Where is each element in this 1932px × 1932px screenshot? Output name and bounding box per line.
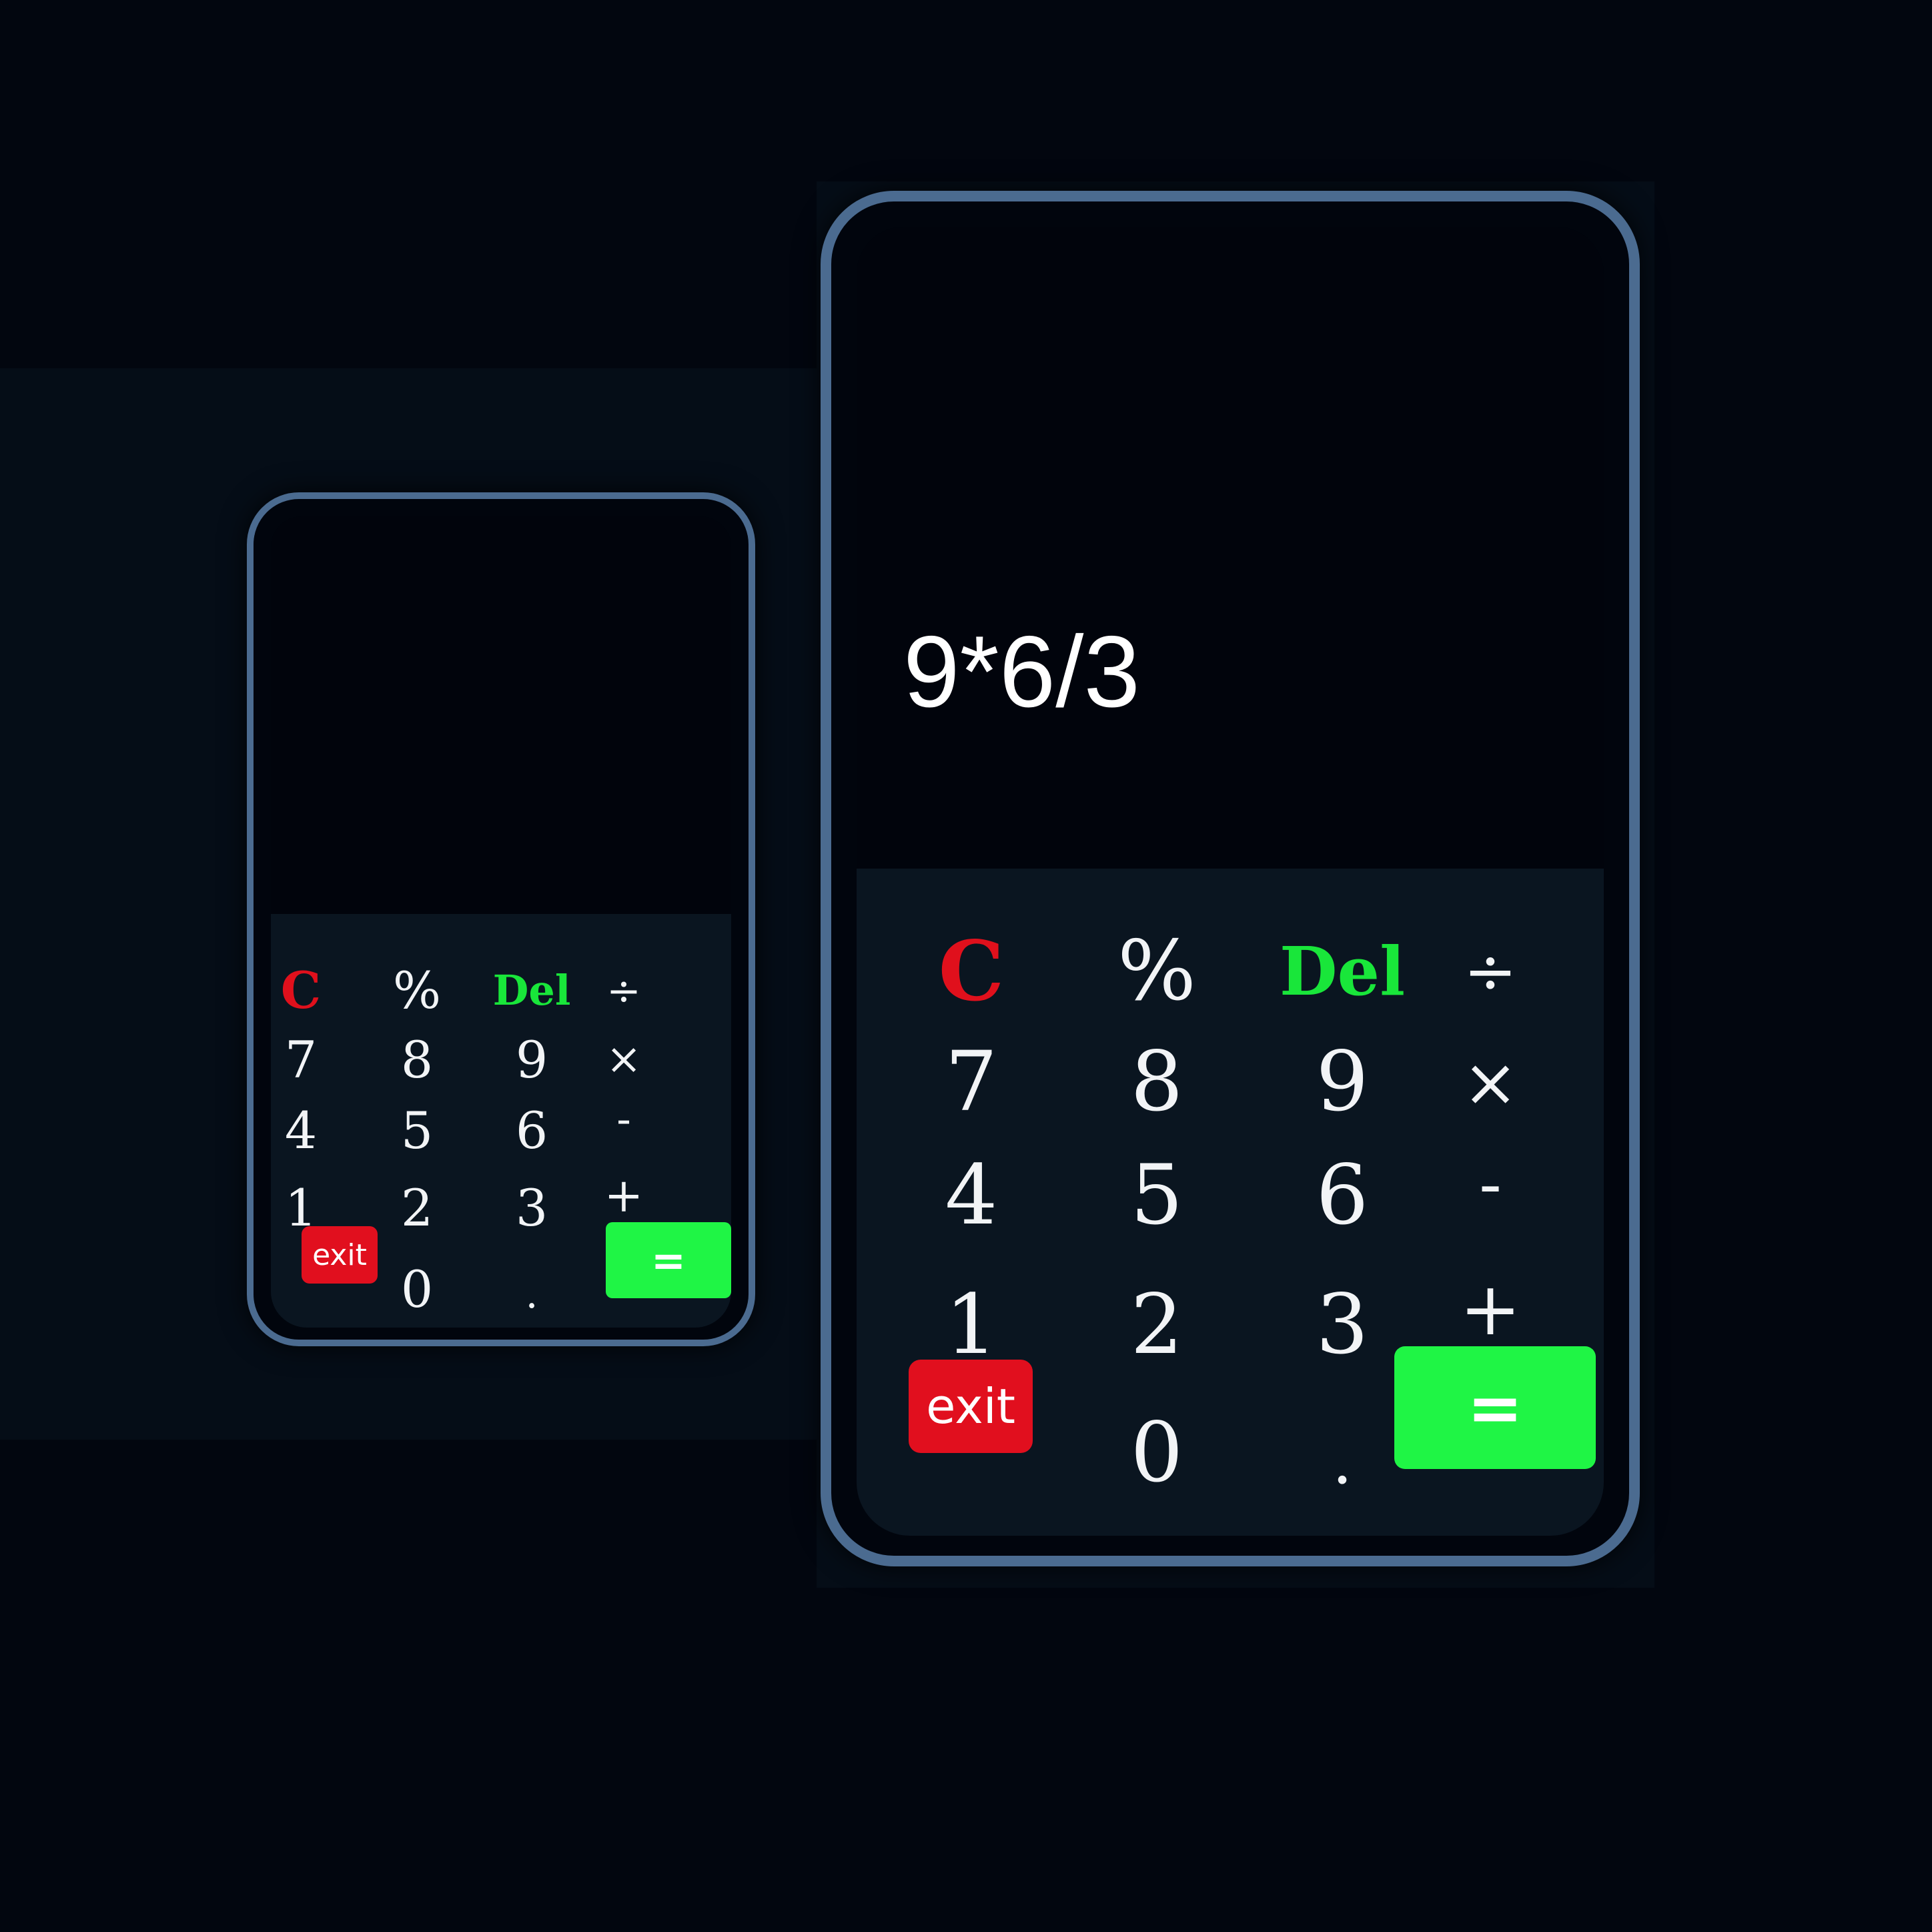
equals-button[interactable]: = — [1394, 1346, 1596, 1469]
calculator-display — [271, 516, 731, 923]
digit-5-button[interactable]: 5 — [1090, 1142, 1224, 1249]
digit-3-button[interactable]: 3 — [1276, 1272, 1409, 1378]
multiply-button[interactable]: × — [580, 1026, 667, 1093]
percent-button[interactable]: % — [374, 957, 460, 1023]
exit-button[interactable]: exit — [909, 1360, 1033, 1453]
minus-button[interactable]: - — [1424, 1130, 1557, 1237]
minus-button[interactable]: - — [580, 1086, 667, 1153]
digit-7-button[interactable]: 7 — [905, 1029, 1038, 1135]
digit-7-button[interactable]: 7 — [258, 1026, 344, 1093]
calculator-display: 9*6/3 — [857, 227, 1604, 894]
calculator-small: C % Del ÷ 7 8 9 × 4 5 6 - 1 2 3 + exit 0… — [247, 492, 755, 1346]
digit-6-button[interactable]: 6 — [1276, 1142, 1409, 1249]
digit-0-button[interactable]: 0 — [1090, 1400, 1224, 1506]
divide-button[interactable]: ÷ — [580, 957, 667, 1023]
digit-3-button[interactable]: 3 — [488, 1174, 575, 1241]
digit-0-button[interactable]: 0 — [374, 1256, 460, 1322]
decimal-button[interactable]: . — [488, 1261, 575, 1328]
clear-button[interactable]: C — [258, 957, 344, 1023]
digit-8-button[interactable]: 8 — [1090, 1029, 1224, 1135]
display-expression: 9*6/3 — [903, 615, 1140, 729]
exit-button[interactable]: exit — [302, 1226, 378, 1284]
digit-5-button[interactable]: 5 — [374, 1097, 460, 1163]
digit-2-button[interactable]: 2 — [1090, 1272, 1224, 1378]
digit-9-button[interactable]: 9 — [488, 1026, 575, 1093]
equals-button[interactable]: = — [606, 1222, 731, 1298]
clear-button[interactable]: C — [905, 918, 1038, 1025]
digit-4-button[interactable]: 4 — [905, 1142, 1038, 1249]
digit-9-button[interactable]: 9 — [1276, 1029, 1409, 1135]
digit-8-button[interactable]: 8 — [374, 1026, 460, 1093]
delete-button[interactable]: Del — [488, 957, 575, 1023]
delete-button[interactable]: Del — [1276, 918, 1409, 1025]
plus-button[interactable]: + — [580, 1162, 667, 1229]
multiply-button[interactable]: × — [1424, 1029, 1557, 1135]
digit-4-button[interactable]: 4 — [258, 1097, 344, 1163]
digit-2-button[interactable]: 2 — [374, 1174, 460, 1241]
percent-button[interactable]: % — [1090, 918, 1224, 1025]
calculator-large: 9*6/3 C % Del ÷ 7 8 9 × 4 5 6 - 1 2 3 + … — [821, 191, 1640, 1566]
decimal-button[interactable]: . — [1276, 1408, 1409, 1514]
divide-button[interactable]: ÷ — [1424, 918, 1557, 1025]
digit-6-button[interactable]: 6 — [488, 1097, 575, 1163]
